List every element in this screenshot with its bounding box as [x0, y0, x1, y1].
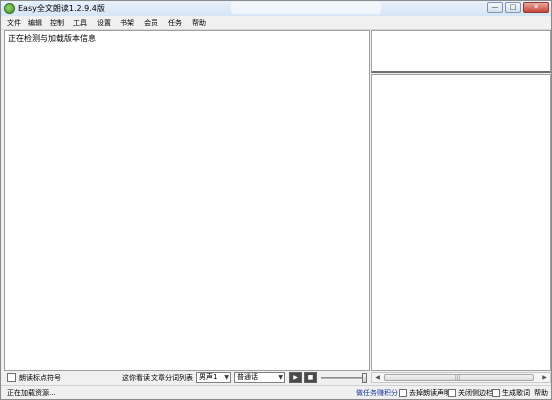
- menu-edit[interactable]: 编辑: [28, 18, 42, 28]
- earn-points-link[interactable]: 做任务赚积分: [356, 388, 398, 398]
- menu-help[interactable]: 帮助: [192, 18, 206, 28]
- scroll-right-icon[interactable]: ▶: [540, 374, 549, 382]
- title-bar-highlight: [231, 2, 381, 14]
- menu-bookshelf[interactable]: 书架: [120, 18, 134, 28]
- help-link[interactable]: 帮助: [534, 388, 548, 398]
- scroll-left-icon[interactable]: ◀: [373, 374, 382, 382]
- window-title: Easy全文朗读1.2.9.4版: [18, 4, 105, 13]
- follow-reading-button[interactable]: 这你看读: [122, 373, 150, 383]
- app-logo-icon: [4, 3, 15, 14]
- word-list-button[interactable]: 文章分词列表: [151, 373, 193, 383]
- voice-select[interactable]: 男声1 ▼: [196, 372, 231, 383]
- reading-controls: 朗读标点符号 这你看读 文章分词列表 男声1 ▼ 普通话 ▼ ▶ ■: [1, 372, 371, 384]
- close-button[interactable]: ✕: [523, 2, 549, 13]
- main-text-content: 正在检测与加载版本信息: [8, 34, 96, 43]
- grip-icon: |||: [455, 375, 461, 381]
- remove-notice-checkbox[interactable]: [399, 389, 407, 397]
- status-bar: 正在加载资源... 做任务赚积分 去掉朗读声明 关闭侧边栏 生成歌词 帮助: [1, 385, 551, 399]
- speed-slider-thumb[interactable]: [362, 373, 367, 383]
- stop-button[interactable]: ■: [304, 372, 317, 383]
- menu-membership[interactable]: 会员: [144, 18, 158, 28]
- close-sidebar-label: 关闭侧边栏: [458, 389, 493, 397]
- scrollbar-thumb[interactable]: |||: [384, 374, 534, 381]
- menu-control[interactable]: 控制: [50, 18, 64, 28]
- read-punctuation-label: 朗读标点符号: [19, 374, 61, 382]
- read-punctuation-checkbox[interactable]: [7, 373, 16, 382]
- chevron-down-icon: ▼: [278, 374, 283, 381]
- right-top-panel[interactable]: [371, 30, 551, 73]
- chevron-down-icon: ▼: [224, 374, 229, 381]
- menu-tools[interactable]: 工具: [73, 18, 87, 28]
- close-sidebar-checkbox[interactable]: [448, 389, 456, 397]
- minimize-button[interactable]: —: [487, 2, 503, 13]
- generate-lyrics-checkbox[interactable]: [492, 389, 500, 397]
- right-horizontal-scrollbar[interactable]: ◀ ||| ▶: [371, 372, 551, 383]
- remove-notice-label: 去掉朗读声明: [409, 389, 451, 397]
- dialect-select-value: 普通话: [237, 373, 258, 381]
- voice-select-value: 男声1: [199, 373, 218, 381]
- main-text-area[interactable]: 正在检测与加载版本信息: [4, 30, 370, 371]
- title-bar[interactable]: Easy全文朗读1.2.9.4版 — □ ✕: [1, 1, 551, 16]
- menu-file[interactable]: 文件: [7, 18, 21, 28]
- menu-tasks[interactable]: 任务: [168, 18, 182, 28]
- speed-slider-track[interactable]: [321, 377, 367, 379]
- menu-bar: 文件 编辑 控制 工具 设置 书架 会员 任务 帮助: [1, 16, 551, 30]
- generate-lyrics-label: 生成歌词: [502, 389, 530, 397]
- dialect-select[interactable]: 普通话 ▼: [234, 372, 285, 383]
- maximize-button[interactable]: □: [505, 2, 521, 13]
- app-window: Easy全文朗读1.2.9.4版 — □ ✕ 文件 编辑 控制 工具 设置 书架…: [0, 0, 552, 400]
- right-list-panel[interactable]: [371, 74, 551, 371]
- status-loading-text: 正在加载资源...: [7, 389, 56, 397]
- play-button[interactable]: ▶: [289, 372, 302, 383]
- menu-settings[interactable]: 设置: [97, 18, 111, 28]
